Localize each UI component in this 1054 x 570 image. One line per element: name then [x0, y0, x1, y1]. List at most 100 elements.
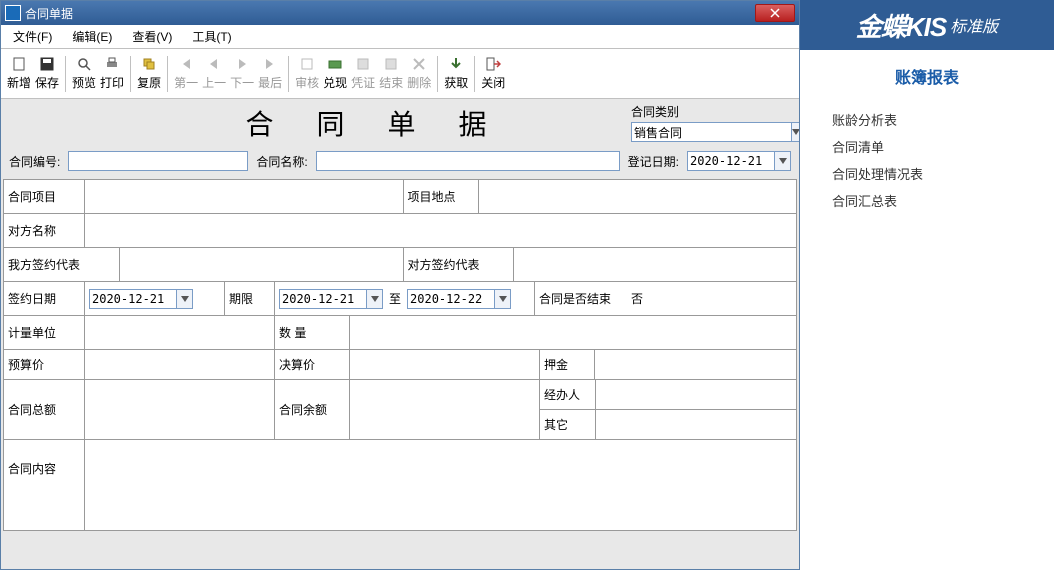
toolbar-preview[interactable]: 预览 [70, 54, 98, 93]
finish-icon [383, 56, 399, 72]
deadline-start-dropdown[interactable] [367, 289, 383, 309]
field-total-value[interactable] [84, 380, 274, 439]
delete-icon [411, 56, 427, 72]
print-icon [104, 56, 120, 72]
nav-item-list[interactable]: 合同清单 [832, 133, 1022, 160]
field-location-label: 项目地点 [403, 180, 478, 213]
document-title: 合 同 单 据 [9, 103, 631, 143]
restore-icon [141, 56, 157, 72]
app-icon [5, 5, 21, 21]
menu-tools[interactable]: 工具(T) [188, 26, 235, 47]
field-unit-label: 计量单位 [4, 316, 84, 349]
deadline-cell: 至 [274, 282, 534, 315]
toolbar: 新增 保存 预览 打印 复原 第一 [1, 49, 799, 99]
register-date-dropdown[interactable] [775, 151, 791, 171]
close-icon [770, 8, 780, 18]
toolbar-close[interactable]: 关闭 [479, 54, 507, 93]
sign-date-dropdown[interactable] [177, 289, 193, 309]
toolbar-new[interactable]: 新增 [5, 54, 33, 93]
field-location-value[interactable] [478, 180, 797, 213]
field-balance-label: 合同余额 [274, 380, 349, 439]
menu-edit[interactable]: 编辑(E) [68, 26, 116, 47]
titlebar: 合同单据 [1, 1, 799, 25]
section-title: 账簿报表 [800, 50, 1054, 102]
first-icon [178, 56, 194, 72]
sign-date-cell [84, 282, 224, 315]
voucher-icon [355, 56, 371, 72]
toolbar-last[interactable]: 最后 [256, 54, 284, 93]
menu-file[interactable]: 文件(F) [9, 26, 56, 47]
field-budget-value[interactable] [84, 350, 274, 379]
field-quantity-value[interactable] [349, 316, 796, 349]
field-project-label: 合同项目 [4, 180, 84, 213]
field-sign-date-label: 签约日期 [4, 282, 84, 315]
field-total-label: 合同总额 [4, 380, 84, 439]
nav-list: 账龄分析表 合同清单 合同处理情况表 合同汇总表 [800, 102, 1054, 218]
deadline-end-input[interactable] [407, 289, 495, 309]
register-date-input[interactable] [687, 151, 775, 171]
prev-icon [206, 56, 222, 72]
menu-view[interactable]: 查看(V) [128, 26, 176, 47]
audit-icon [299, 56, 315, 72]
toolbar-finish[interactable]: 结束 [377, 54, 405, 93]
field-their-signer-value[interactable] [513, 248, 797, 281]
toolbar-voucher[interactable]: 凭证 [349, 54, 377, 93]
field-balance-value[interactable] [349, 380, 539, 439]
field-quantity-label: 数 量 [274, 316, 349, 349]
preview-icon [76, 56, 92, 72]
field-project-value[interactable] [84, 180, 403, 213]
field-our-signer-label: 我方签约代表 [4, 248, 119, 281]
deadline-to-label: 至 [389, 290, 401, 307]
field-deposit-value[interactable] [594, 350, 796, 379]
field-content-value[interactable] [84, 440, 796, 530]
toolbar-fetch[interactable]: 获取 [442, 54, 470, 93]
content-area: 合 同 单 据 合同类别 合同编号: 合同名称: 登记日期: [1, 99, 799, 569]
nav-item-aging[interactable]: 账龄分析表 [832, 106, 1022, 133]
last-icon [262, 56, 278, 72]
cash-icon [327, 56, 343, 72]
deadline-end-dropdown[interactable] [495, 289, 511, 309]
field-handler-value[interactable] [595, 380, 796, 409]
next-icon [234, 56, 250, 72]
toolbar-restore[interactable]: 复原 [135, 54, 163, 93]
category-select[interactable] [631, 122, 792, 142]
deadline-start-input[interactable] [279, 289, 367, 309]
form-grid: 合同项目 项目地点 对方名称 我方签约代表 对方签约代表 [3, 179, 797, 531]
nav-item-status[interactable]: 合同处理情况表 [832, 160, 1022, 187]
toolbar-save[interactable]: 保存 [33, 54, 61, 93]
field-content-label: 合同内容 [4, 440, 84, 530]
brand-name: 金蝶KIS [856, 7, 946, 44]
contract-no-input[interactable] [68, 151, 248, 171]
field-final-label: 决算价 [274, 350, 349, 379]
nav-item-summary[interactable]: 合同汇总表 [832, 187, 1022, 214]
field-finished-value: 否 [631, 290, 643, 307]
close-button[interactable] [755, 4, 795, 22]
category-dropdown[interactable] [792, 122, 799, 142]
field-other-value[interactable] [595, 410, 796, 439]
field-counterparty-value[interactable] [84, 214, 796, 247]
window-title: 合同单据 [25, 5, 755, 22]
exit-icon [485, 56, 501, 72]
fetch-icon [448, 56, 464, 72]
field-unit-value[interactable] [84, 316, 274, 349]
toolbar-cash[interactable]: 兑现 [321, 54, 349, 93]
contract-no-label: 合同编号: [9, 153, 60, 170]
field-counterparty-label: 对方名称 [4, 214, 84, 247]
field-our-signer-value[interactable] [119, 248, 403, 281]
toolbar-prev[interactable]: 上一 [200, 54, 228, 93]
register-date-label: 登记日期: [628, 153, 679, 170]
main-window: 合同单据 文件(F) 编辑(E) 查看(V) 工具(T) 新增 保存 [0, 0, 800, 570]
save-icon [39, 56, 55, 72]
toolbar-audit[interactable]: 审核 [293, 54, 321, 93]
contract-name-label: 合同名称: [256, 153, 307, 170]
toolbar-print[interactable]: 打印 [98, 54, 126, 93]
toolbar-first[interactable]: 第一 [172, 54, 200, 93]
field-final-value[interactable] [349, 350, 539, 379]
field-other-label: 其它 [540, 410, 595, 439]
field-budget-label: 预算价 [4, 350, 84, 379]
toolbar-delete[interactable]: 删除 [405, 54, 433, 93]
sign-date-input[interactable] [89, 289, 177, 309]
toolbar-next[interactable]: 下一 [228, 54, 256, 93]
contract-name-input[interactable] [316, 151, 620, 171]
field-deadline-label: 期限 [224, 282, 274, 315]
